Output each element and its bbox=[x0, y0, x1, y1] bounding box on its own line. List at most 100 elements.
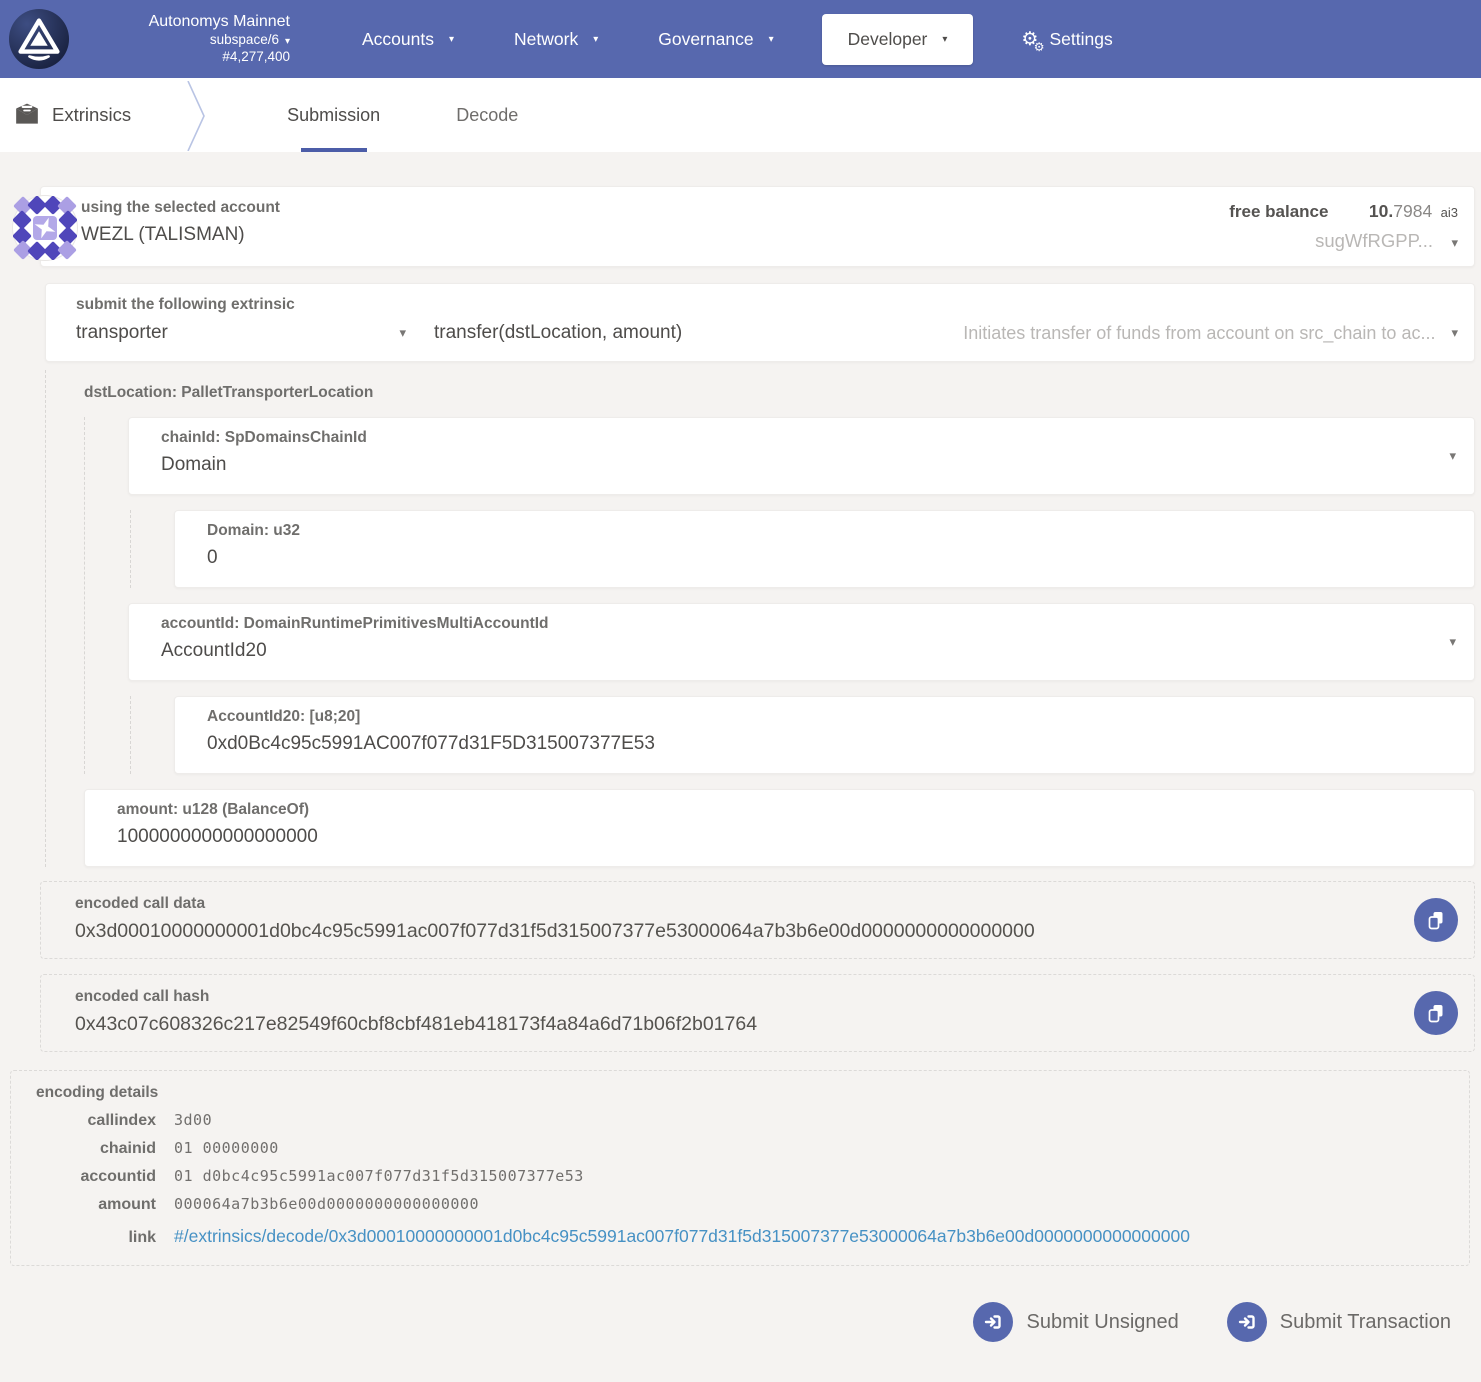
chain-name: Autonomys Mainnet bbox=[82, 12, 290, 32]
menu-accounts-label: Accounts bbox=[362, 29, 434, 50]
submit-unsigned-button[interactable]: Submit Unsigned bbox=[973, 1302, 1178, 1342]
autonomys-logo-icon bbox=[8, 8, 70, 70]
app-logo[interactable] bbox=[8, 8, 70, 70]
encoding-row-callindex: callindex 3d00 bbox=[36, 1111, 1449, 1130]
encoding-row-value: 01 d0bc4c95c5991ac007f077d31f5d315007377… bbox=[174, 1167, 584, 1185]
pallet-select-value: transporter bbox=[76, 322, 168, 344]
encoding-row-label: chainid bbox=[36, 1140, 156, 1158]
extrinsics-envelope-icon bbox=[14, 102, 40, 128]
accountid-label: accountId: DomainRuntimePrimitivesMultiA… bbox=[161, 615, 1414, 633]
menu-network[interactable]: Network ▾ bbox=[484, 29, 628, 50]
menu-settings[interactable]: ⚙⚙ Settings bbox=[991, 29, 1142, 50]
amount-value: 1000000000000000000 bbox=[117, 826, 1414, 848]
encoding-row-label: callindex bbox=[36, 1112, 156, 1130]
encoded-call-hash-value: 0x43c07c608326c217e82549f60cbf8cbf481eb4… bbox=[75, 1013, 1394, 1036]
encoding-row-link: link #/extrinsics/decode/0x3d00010000000… bbox=[36, 1226, 1449, 1247]
copy-call-hash-button[interactable] bbox=[1414, 991, 1458, 1035]
chevron-down-icon: ▾ bbox=[593, 34, 598, 45]
breadcrumb-chevron-icon bbox=[186, 81, 208, 151]
tab-decode-label: Decode bbox=[456, 105, 518, 126]
chevron-down-icon: ▾ bbox=[449, 34, 454, 45]
domain-u32-value: 0 bbox=[207, 547, 1414, 569]
account-identicon bbox=[13, 196, 77, 260]
page-title: Extrinsics bbox=[52, 104, 131, 126]
page-header: Extrinsics Submission Decode bbox=[0, 78, 1481, 152]
tab-decode[interactable]: Decode bbox=[452, 78, 522, 152]
encoding-details-title: encoding details bbox=[36, 1084, 1449, 1102]
chevron-down-icon: ▾ bbox=[769, 34, 774, 45]
account-select-card[interactable]: using the selected account WEZL (TALISMA… bbox=[40, 186, 1475, 267]
chain-selector[interactable]: Autonomys Mainnet subspace/6 ▾ #4,277,400 bbox=[82, 12, 290, 66]
free-balance-fraction: 7984 bbox=[1393, 201, 1432, 221]
chevron-down-icon: ▾ bbox=[942, 34, 947, 45]
account-address-short: sugWfRGPP... bbox=[1315, 230, 1433, 251]
sign-in-icon bbox=[1227, 1302, 1267, 1342]
encoding-row-value: 01 00000000 bbox=[174, 1139, 279, 1157]
menu-governance[interactable]: Governance ▾ bbox=[628, 29, 803, 50]
main-menu: Accounts ▾ Network ▾ Governance ▾ Develo… bbox=[332, 14, 1143, 65]
chevron-down-icon: ▾ bbox=[285, 36, 290, 47]
encoding-row-amount: amount 000064a7b3b6e00d0000000000000000 bbox=[36, 1195, 1449, 1214]
accountid-value: AccountId20 bbox=[161, 640, 1414, 662]
encoded-call-hash-section: encoded call hash 0x43c07c608326c217e825… bbox=[40, 974, 1475, 1052]
chainid-value: Domain bbox=[161, 454, 1414, 476]
identicon-image bbox=[13, 196, 77, 260]
main-content: using the selected account WEZL (TALISMA… bbox=[0, 152, 1481, 1342]
menu-network-label: Network bbox=[514, 29, 578, 50]
params-tree: dstLocation: PalletTransporterLocation c… bbox=[45, 370, 1475, 867]
encoded-call-data-section: encoded call data 0x3d00010000000001d0bc… bbox=[40, 881, 1475, 959]
encoding-row-value: 3d00 bbox=[174, 1111, 212, 1129]
encoding-details-section: encoding details callindex 3d00 chainid … bbox=[10, 1070, 1470, 1266]
encoded-call-data-value: 0x3d00010000000001d0bc4c95c5991ac007f077… bbox=[75, 920, 1394, 943]
actions-bar: Submit Unsigned Submit Transaction bbox=[0, 1302, 1451, 1342]
domain-u32-label: Domain: u32 bbox=[207, 522, 1414, 540]
accountid20-label: AccountId20: [u8;20] bbox=[207, 708, 1414, 726]
encoded-call-data-label: encoded call data bbox=[75, 895, 1394, 913]
gear-icon: ⚙⚙ bbox=[1021, 30, 1038, 49]
menu-governance-label: Governance bbox=[658, 29, 753, 50]
pallet-select[interactable]: transporter ▾ bbox=[76, 322, 406, 344]
free-balance: free balance 10.7984 ai3 bbox=[1229, 199, 1458, 225]
method-select[interactable]: transfer(dstLocation, amount) Initiates … bbox=[434, 322, 1458, 344]
runtime-version: subspace/6 bbox=[210, 32, 279, 47]
free-balance-integer: 10. bbox=[1369, 201, 1393, 221]
extrinsic-select-label: submit the following extrinsic bbox=[76, 296, 1458, 314]
method-description: Initiates transfer of funds from account… bbox=[682, 323, 1435, 344]
decode-link[interactable]: #/extrinsics/decode/0x3d00010000000001d0… bbox=[174, 1226, 1190, 1247]
nav-bar: Autonomys Mainnet subspace/6 ▾ #4,277,400… bbox=[0, 0, 1481, 78]
tab-submission-label: Submission bbox=[287, 105, 380, 126]
chainid-select[interactable]: chainId: SpDomainsChainId Domain ▾ bbox=[128, 417, 1475, 495]
accountid-select[interactable]: accountId: DomainRuntimePrimitivesMultiA… bbox=[128, 603, 1475, 681]
selected-account-name: WEZL (TALISMAN) bbox=[81, 224, 280, 246]
domain-u32-input[interactable]: Domain: u32 0 bbox=[174, 510, 1475, 588]
account-select-label: using the selected account bbox=[81, 199, 280, 217]
sign-in-icon bbox=[973, 1302, 1013, 1342]
account-dropdown-toggle[interactable]: sugWfRGPP... ▾ bbox=[1229, 228, 1458, 255]
encoding-link-label: link bbox=[36, 1229, 156, 1247]
block-number: #4,277,400 bbox=[82, 49, 290, 66]
chevron-down-icon: ▾ bbox=[1449, 448, 1456, 464]
chainid-children: Domain: u32 0 bbox=[130, 510, 1475, 588]
encoding-row-chainid: chainid 01 00000000 bbox=[36, 1139, 1449, 1158]
chainid-label: chainId: SpDomainsChainId bbox=[161, 429, 1414, 447]
accountid20-input[interactable]: AccountId20: [u8;20] 0xd0Bc4c95c5991AC00… bbox=[174, 696, 1475, 774]
method-select-value: transfer(dstLocation, amount) bbox=[434, 322, 682, 344]
amount-input[interactable]: amount: u128 (BalanceOf) 100000000000000… bbox=[84, 789, 1475, 867]
menu-developer[interactable]: Developer ▾ bbox=[822, 14, 974, 65]
submit-unsigned-label: Submit Unsigned bbox=[1026, 1311, 1178, 1334]
chevron-down-icon: ▾ bbox=[399, 325, 406, 341]
param-dstlocation-label: dstLocation: PalletTransporterLocation bbox=[84, 380, 1475, 402]
submit-transaction-button[interactable]: Submit Transaction bbox=[1227, 1302, 1451, 1342]
tab-submission[interactable]: Submission bbox=[283, 78, 384, 152]
submit-transaction-label: Submit Transaction bbox=[1280, 1311, 1451, 1334]
encoding-row-accountid: accountid 01 d0bc4c95c5991ac007f077d31f5… bbox=[36, 1167, 1449, 1186]
free-balance-label: free balance bbox=[1229, 202, 1328, 221]
chevron-down-icon: ▾ bbox=[1451, 325, 1458, 341]
copy-call-data-button[interactable] bbox=[1414, 898, 1458, 942]
chevron-down-icon: ▾ bbox=[1449, 634, 1456, 650]
encoded-call-hash-label: encoded call hash bbox=[75, 988, 1394, 1006]
menu-accounts[interactable]: Accounts ▾ bbox=[332, 29, 484, 50]
accountid-children: AccountId20: [u8;20] 0xd0Bc4c95c5991AC00… bbox=[130, 696, 1475, 774]
menu-settings-label: Settings bbox=[1049, 29, 1112, 50]
copy-icon bbox=[1426, 910, 1446, 930]
